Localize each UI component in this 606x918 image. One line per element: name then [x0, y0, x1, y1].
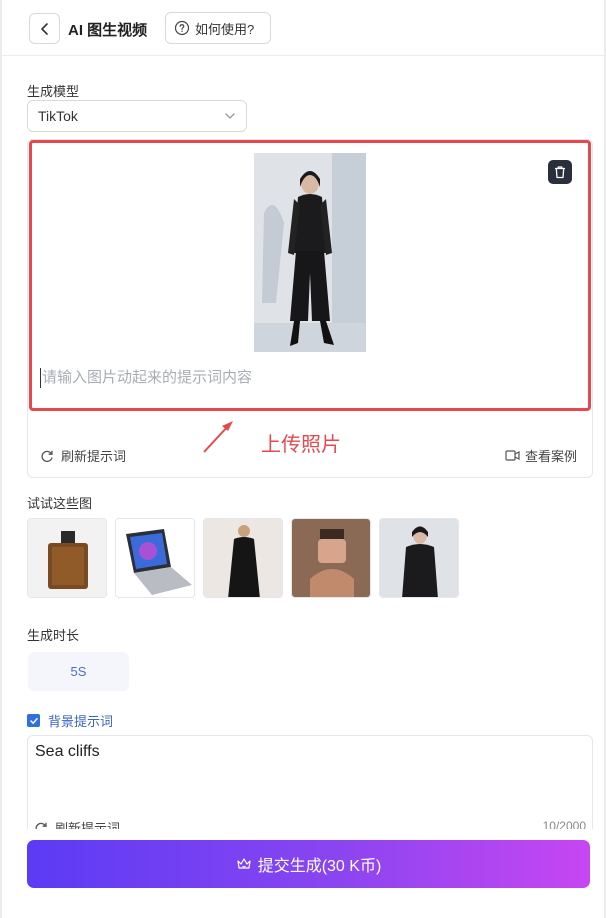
refresh-prompt-button[interactable]: 刷新提示词	[40, 446, 126, 465]
duration-option-5s[interactable]: 5S	[28, 652, 129, 691]
refresh-icon	[35, 822, 47, 829]
sample-image-leather-suit[interactable]	[379, 518, 459, 598]
background-refresh-button[interactable]: 刷新提示词	[34, 818, 120, 829]
background-prompt-value: Sea cliffs	[35, 743, 100, 760]
submit-button[interactable]: 提交生成(30 K币)	[27, 840, 590, 888]
background-prompt-label: 背景提示词	[48, 714, 114, 729]
model-select[interactable]: TikTok	[27, 100, 247, 132]
back-button[interactable]	[29, 13, 60, 44]
refresh-icon	[41, 450, 53, 462]
background-prompt-toggle[interactable]: 背景提示词	[27, 711, 113, 730]
delete-image-button[interactable]	[548, 160, 572, 184]
question-circle-icon	[174, 20, 190, 36]
sample-image-laptop[interactable]	[115, 518, 195, 598]
sample-image-cream-jar[interactable]	[291, 518, 371, 598]
model-label: 生成模型	[27, 84, 80, 99]
samples-label: 试试这些图	[27, 496, 93, 511]
annotation-upload-photo: 上传照片	[261, 434, 341, 456]
view-cases-label: 查看案例	[525, 449, 578, 464]
refresh-prompt-label: 刷新提示词	[61, 449, 127, 464]
sample-image-black-coat[interactable]	[203, 518, 283, 598]
sample-image-perfume[interactable]	[27, 518, 107, 598]
uploaded-image-preview	[254, 153, 366, 352]
help-label: 如何使用?	[195, 21, 255, 37]
duration-label: 生成时长	[27, 628, 80, 643]
background-refresh-label: 刷新提示词	[55, 821, 121, 829]
chevron-left-icon	[40, 22, 48, 35]
checkbox-checked-icon[interactable]	[27, 714, 40, 727]
crown-icon	[237, 858, 251, 869]
prompt-input[interactable]: 请输入图片动起来的提示词内容	[40, 368, 580, 388]
background-prompt-textarea[interactable]: Sea cliffs 刷新提示词 10/2000	[27, 735, 593, 829]
trash-icon	[555, 166, 565, 179]
character-count: 10/2000	[542, 819, 586, 829]
header: AI 图生视频 如何使用?	[2, 0, 604, 56]
submit-label: 提交生成(30 K币)	[257, 858, 382, 875]
chevron-down-icon	[225, 113, 235, 119]
sample-images	[27, 518, 459, 598]
video-camera-icon	[505, 450, 520, 461]
frame-border-left	[0, 0, 2, 918]
view-cases-button[interactable]: 查看案例	[505, 446, 577, 465]
annotation-arrow-icon	[203, 421, 233, 453]
page-title: AI 图生视频	[68, 22, 148, 39]
help-button[interactable]: 如何使用?	[165, 12, 271, 44]
model-selected-value: TikTok	[38, 108, 78, 124]
